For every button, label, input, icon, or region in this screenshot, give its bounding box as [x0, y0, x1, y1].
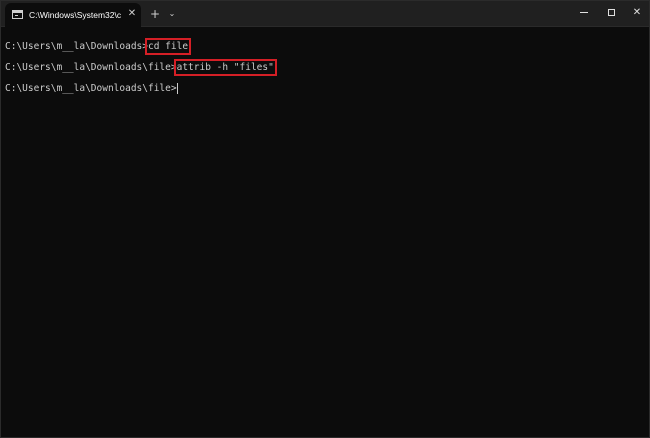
text-cursor: [176, 83, 178, 94]
tab-cmd[interactable]: C:\Windows\System32\cmd.e ✕: [5, 3, 141, 27]
highlighted-command: attrib -h "files": [173, 59, 277, 76]
terminal-line: C:\Users\m__la\Downloads>cd file: [5, 38, 645, 55]
terminal-icon: [12, 10, 23, 19]
minimize-button[interactable]: [575, 5, 593, 21]
terminal-window: C:\Windows\System32\cmd.e ✕ + ⌄ ✕ C:\Use…: [0, 0, 650, 438]
terminal-line: C:\Users\m__la\Downloads\file>: [5, 83, 645, 94]
prompt: C:\Users\m__la\Downloads>: [5, 41, 148, 52]
maximize-icon: [607, 8, 615, 16]
highlighted-command: cd file: [144, 38, 192, 55]
tab-close-icon[interactable]: ✕: [126, 8, 138, 20]
tab-title: C:\Windows\System32\cmd.e: [29, 10, 121, 20]
maximize-button[interactable]: [602, 5, 620, 21]
prompt: C:\Users\m__la\Downloads\file>: [5, 62, 177, 73]
chevron-down-icon[interactable]: ⌄: [166, 8, 178, 20]
terminal-output[interactable]: C:\Users\m__la\Downloads>cd file C:\User…: [5, 38, 645, 429]
prompt: C:\Users\m__la\Downloads\file>: [5, 83, 177, 94]
new-tab-button[interactable]: +: [148, 7, 162, 21]
close-icon: ✕: [632, 7, 642, 18]
terminal-line: C:\Users\m__la\Downloads\file>attrib -h …: [5, 59, 645, 76]
minimize-icon: [580, 11, 588, 13]
close-button[interactable]: ✕: [628, 5, 646, 21]
title-bar[interactable]: C:\Windows\System32\cmd.e ✕ + ⌄ ✕: [1, 1, 649, 27]
